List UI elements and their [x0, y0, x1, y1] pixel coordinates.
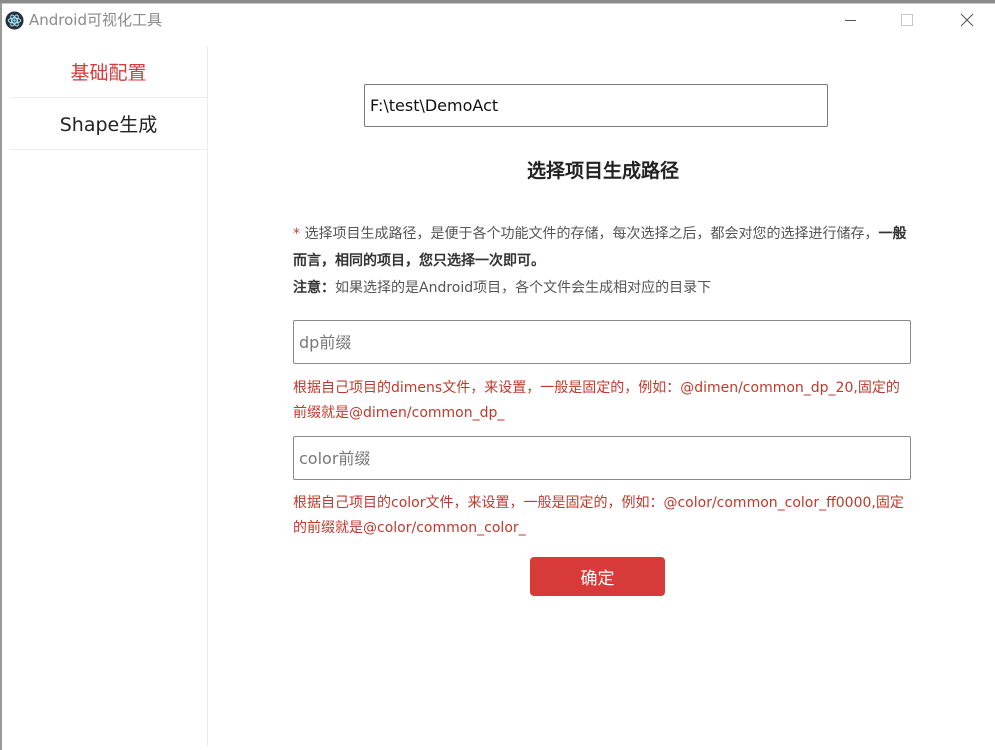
dp-hint: 根据自己项目的dimens文件，来设置，一般是固定的，例如：@dimen/com…	[293, 380, 900, 421]
note-label: 注意：	[293, 280, 335, 296]
sidebar-item-label: Shape生成	[59, 114, 158, 136]
close-icon	[960, 13, 974, 27]
color-prefix-input[interactable]	[293, 436, 911, 480]
sidebar-item-shape[interactable]: Shape生成	[10, 98, 207, 150]
sidebar-item-basic-config[interactable]: 基础配置	[10, 46, 207, 98]
desc-text: 选择项目生成路径，是便于各个功能文件的存储，每次选择之后，都会对您的选择进行储存…	[300, 226, 879, 242]
window-frame-left	[0, 3, 2, 750]
color-hint: 根据自己项目的color文件，来设置，一般是固定的，例如：@color/comm…	[293, 495, 904, 536]
confirm-button[interactable]: 确定	[530, 557, 665, 596]
sidebar: 基础配置 Shape生成	[10, 46, 208, 746]
description: * 选择项目生成路径，是便于各个功能文件的存储，每次选择之后，都会对您的选择进行…	[293, 221, 913, 302]
maximize-icon	[901, 14, 913, 26]
window-title: Android可视化工具	[29, 11, 162, 29]
page-title: 选择项目生成路径	[526, 160, 679, 182]
required-star: *	[293, 226, 300, 242]
close-button[interactable]	[941, 6, 987, 36]
maximize-button[interactable]	[883, 6, 929, 36]
minimize-icon	[845, 20, 856, 21]
note-text: 如果选择的是Android项目，各个文件会生成相对应的目录下	[335, 280, 712, 296]
dp-prefix-input[interactable]	[293, 320, 911, 364]
sidebar-item-label: 基础配置	[70, 62, 147, 84]
title-bar[interactable]: Android可视化工具	[2, 6, 995, 36]
project-path-input[interactable]	[364, 84, 828, 127]
electron-app-icon	[5, 11, 24, 30]
minimize-button[interactable]	[827, 6, 873, 36]
